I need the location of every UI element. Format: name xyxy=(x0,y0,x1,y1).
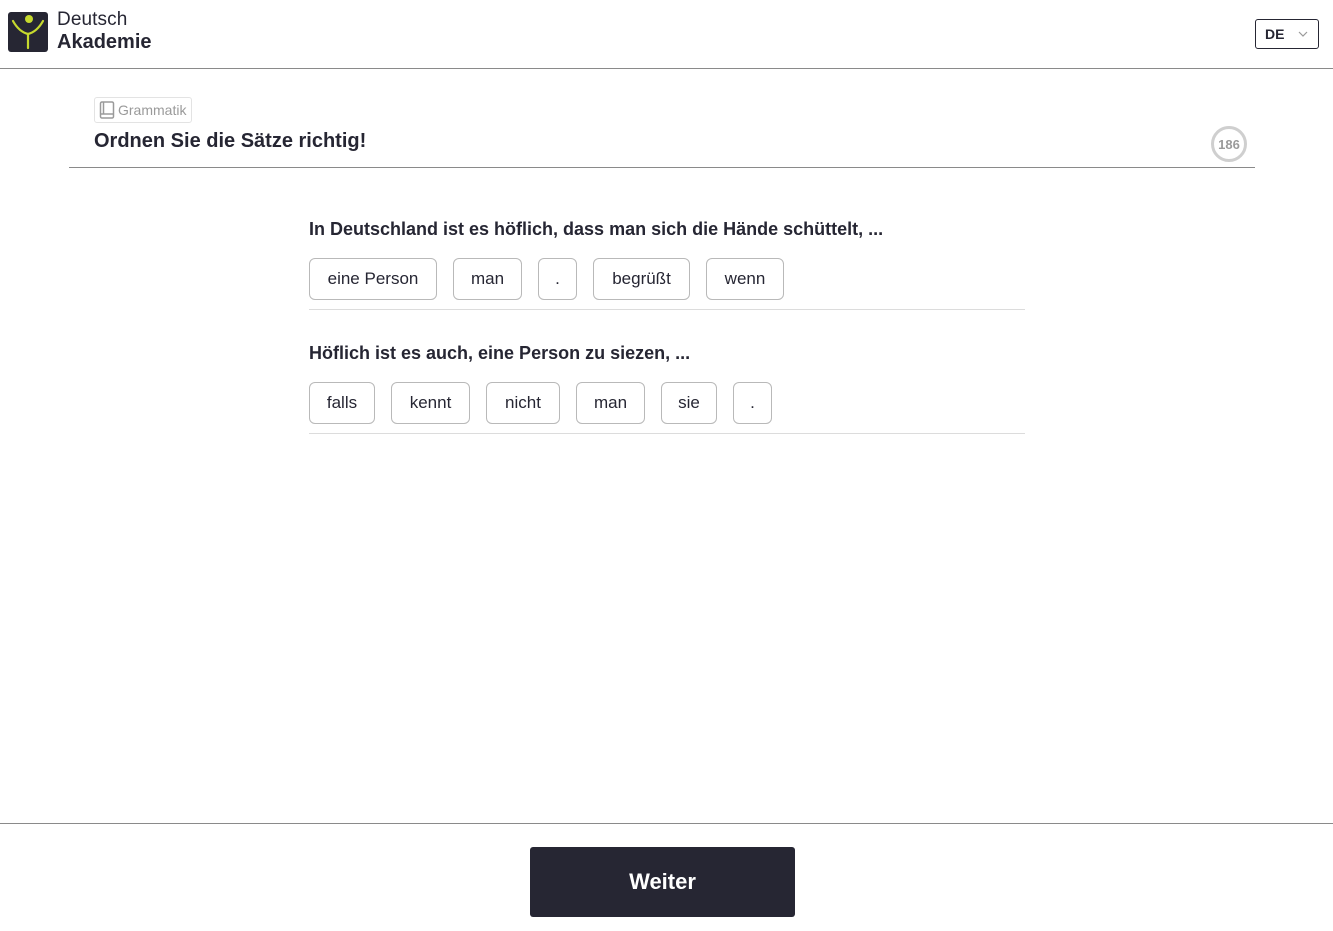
word-chip[interactable]: wenn xyxy=(706,258,784,300)
language-select[interactable]: DE xyxy=(1255,19,1319,49)
logo[interactable]: Deutsch Akademie xyxy=(8,9,152,53)
logo-line-1: Deutsch xyxy=(57,9,128,30)
word-chip[interactable]: eine Person xyxy=(309,258,437,300)
word-chip-list: falls kennt nicht man sie . xyxy=(309,382,1025,424)
exercise-1: In Deutschland ist es höflich, dass man … xyxy=(309,217,1025,310)
next-button[interactable]: Weiter xyxy=(530,847,795,917)
logo-line-2: Akademie xyxy=(57,31,152,53)
word-chip[interactable]: . xyxy=(538,258,577,300)
top-header: Deutsch Akademie DE xyxy=(0,0,1333,69)
word-chip[interactable]: nicht xyxy=(486,382,560,424)
word-chip[interactable]: begrüßt xyxy=(593,258,690,300)
category-label: Grammatik xyxy=(118,102,187,118)
word-chip[interactable]: falls xyxy=(309,382,375,424)
category-badge: Grammatik xyxy=(94,97,193,123)
word-chip[interactable]: . xyxy=(733,382,772,424)
language-select-value: DE xyxy=(1265,26,1285,42)
word-chip[interactable]: man xyxy=(453,258,522,300)
footer-divider xyxy=(0,823,1333,824)
page-title: Ordnen Sie die Sätze richtig! xyxy=(94,130,367,152)
exercise-counter-badge: 186 xyxy=(1211,126,1247,162)
word-chip[interactable]: man xyxy=(576,382,645,424)
word-chip[interactable]: sie xyxy=(661,382,717,424)
word-chip-list: eine Person man . begrüßt wenn xyxy=(309,258,1025,300)
word-chip[interactable]: kennt xyxy=(391,382,470,424)
title-divider xyxy=(69,167,1255,168)
exercise-prompt: In Deutschland ist es höflich, dass man … xyxy=(309,219,884,239)
book-icon xyxy=(99,101,115,119)
exercise-prompt: Höflich ist es auch, eine Person zu siez… xyxy=(309,343,691,363)
chevron-down-icon xyxy=(1298,31,1308,37)
logo-wordmark: Deutsch Akademie xyxy=(57,9,152,53)
logo-figure-icon xyxy=(8,12,48,52)
exercise-2: Höflich ist es auch, eine Person zu siez… xyxy=(309,341,1025,434)
